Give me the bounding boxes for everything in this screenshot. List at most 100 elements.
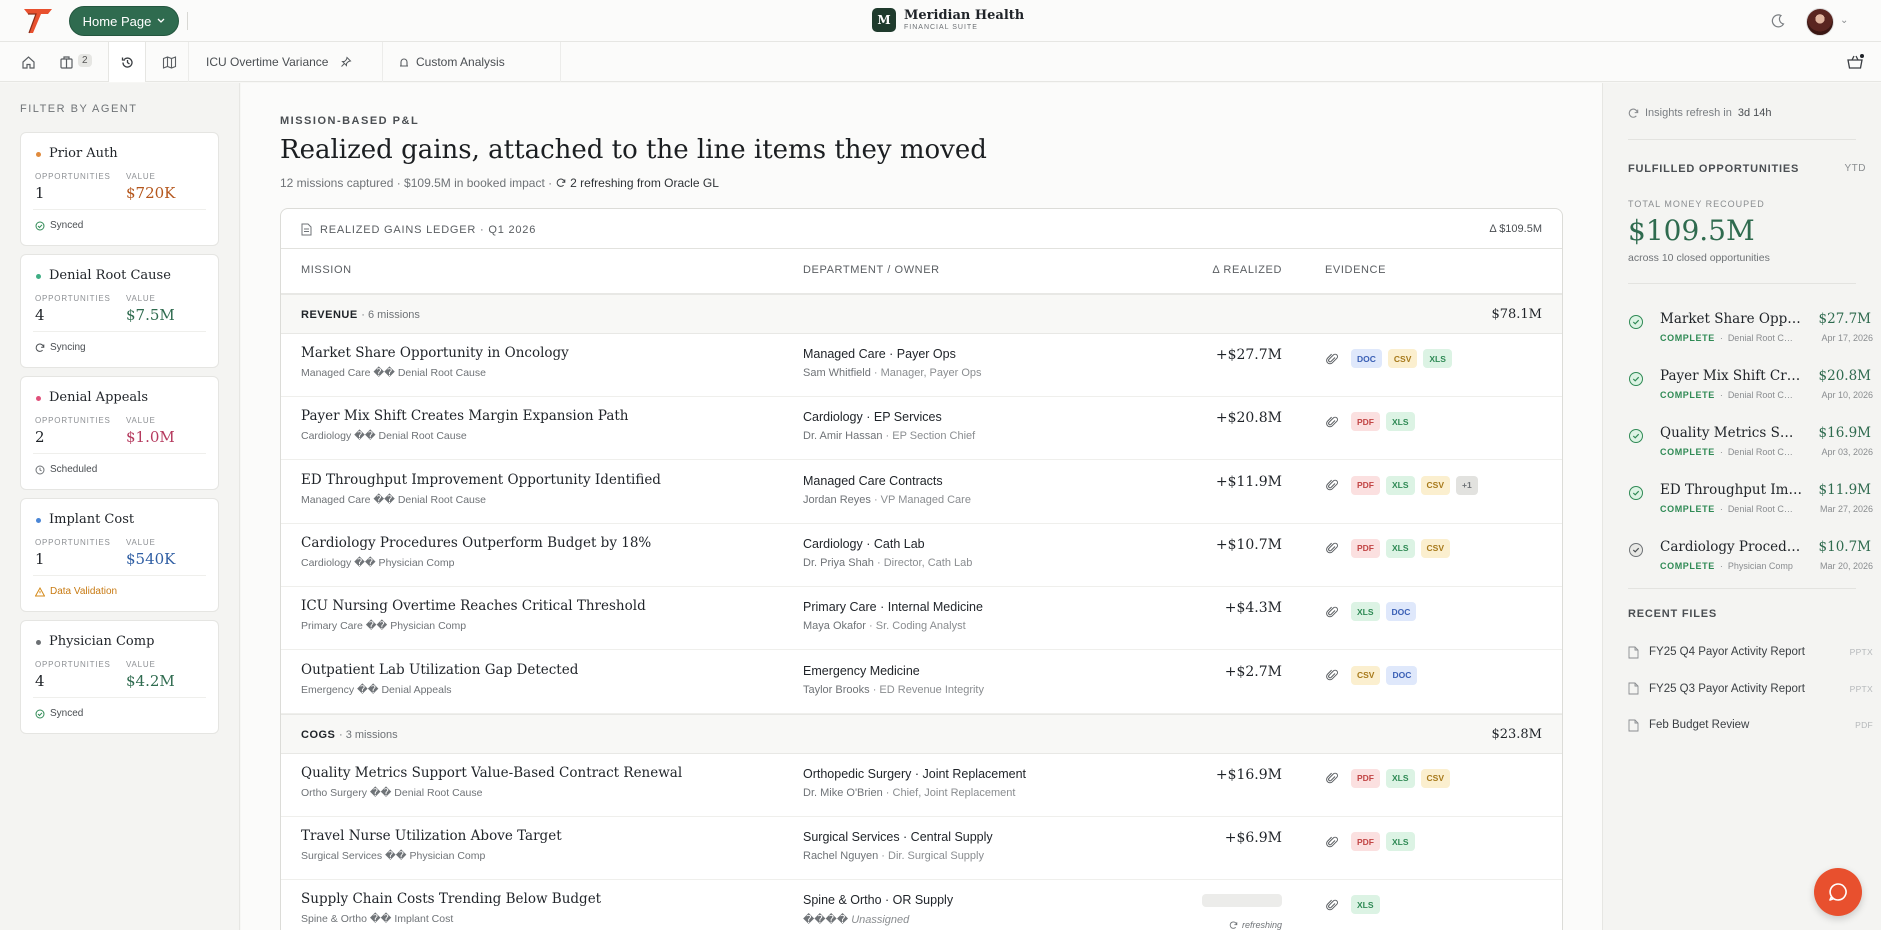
agent-card[interactable]: Implant Cost OPPORTUNITIES VALUE 1 $540K Data… xyxy=(20,498,219,612)
ledger-row[interactable]: Market Share Opportunity in Oncology Mana… xyxy=(281,334,1562,397)
column-header-realized[interactable]: Δ REALIZED xyxy=(1212,264,1282,276)
evidence-chip-doc[interactable]: DOC xyxy=(1351,349,1382,368)
evidence-chip-xls[interactable]: XLS xyxy=(1386,475,1415,495)
user-avatar[interactable] xyxy=(1806,8,1834,36)
paperclip-icon[interactable] xyxy=(1325,668,1339,682)
tab-history[interactable] xyxy=(108,42,146,82)
paperclip-icon[interactable] xyxy=(1325,415,1339,429)
evidence-chip-pdf[interactable]: PDF xyxy=(1351,475,1380,495)
tab-icu-overtime-variance[interactable]: ICU Overtime Variance xyxy=(206,55,352,69)
evidence-chip-doc[interactable]: DOC xyxy=(1386,665,1418,685)
ledger-row[interactable]: Quality Metrics Support Value-Based Cont… xyxy=(281,754,1562,817)
evidence-chip-xls[interactable]: XLS xyxy=(1351,895,1380,915)
evidence-chip-pdf[interactable]: PDF xyxy=(1351,832,1380,852)
ledger-group-row[interactable]: REVENUE · 6 missions $78.1M xyxy=(281,294,1562,334)
basket-icon[interactable] xyxy=(1846,53,1864,71)
agent-card[interactable]: Denial Appeals OPPORTUNITIES VALUE 2 $1.0M Sc… xyxy=(20,376,219,490)
recent-file-item[interactable]: FY25 Q3 Payor Activity Report PPTX xyxy=(1628,679,1873,699)
owner-name: Rachel Nguyen xyxy=(803,850,879,863)
paperclip-icon[interactable] xyxy=(1325,898,1339,912)
divider xyxy=(560,42,561,82)
evidence-chip-pdf[interactable]: PDF xyxy=(1351,412,1380,432)
column-header-mission[interactable]: MISSION xyxy=(301,264,352,276)
fulfilled-opportunity-item[interactable]: Payer Mix Shift Creates Margin Expansion… xyxy=(1628,365,1873,421)
agent-card[interactable]: Denial Root Cause OPPORTUNITIES VALUE 4 $7.5… xyxy=(20,254,219,368)
fulfilled-opportunity-item[interactable]: Cardiology Procedures Outperform Budget … xyxy=(1628,536,1873,592)
paperclip-icon[interactable] xyxy=(1325,605,1339,619)
column-header-evidence[interactable]: EVIDENCE xyxy=(1325,264,1386,276)
opportunity-meta: COMPLETE·Denial Root CauseApr 17, 2026 xyxy=(1660,333,1873,343)
evidence-chip-csv[interactable]: CSV xyxy=(1351,665,1381,685)
status-badge: COMPLETE xyxy=(1660,333,1715,343)
mission-title[interactable]: ED Throughput Improvement Opportunity Id… xyxy=(301,472,661,488)
mission-title[interactable]: Supply Chain Costs Trending Below Budget xyxy=(301,891,601,907)
agent-color-dot xyxy=(36,152,41,157)
ledger-title: REALIZED GAINS LEDGER · Q1 2026 xyxy=(301,223,536,236)
evidence-chip-csv[interactable]: CSV xyxy=(1387,349,1418,368)
agent-card[interactable]: Physician Comp OPPORTUNITIES VALUE 4 $4.2M Sy… xyxy=(20,620,219,734)
ledger-row[interactable]: Cardiology Procedures Outperform Budget … xyxy=(281,524,1562,587)
recent-file-item[interactable]: Feb Budget Review PDF xyxy=(1628,715,1873,735)
evidence-chip-csv[interactable]: CSV xyxy=(1420,538,1451,558)
ledger-row[interactable]: Supply Chain Costs Trending Below Budget… xyxy=(281,880,1562,930)
ledger-row[interactable]: Outpatient Lab Utilization Gap Detected E… xyxy=(281,651,1562,714)
evidence-chip-xls[interactable]: XLS xyxy=(1351,602,1380,622)
evidence-chip-xls[interactable]: XLS xyxy=(1386,832,1415,852)
ledger-row[interactable]: ED Throughput Improvement Opportunity Id… xyxy=(281,461,1562,524)
mission-title[interactable]: Quality Metrics Support Value-Based Cont… xyxy=(301,765,682,781)
opportunity-amount: $16.9M xyxy=(1818,425,1871,441)
ledger-row[interactable]: Payer Mix Shift Creates Margin Expansion… xyxy=(281,397,1562,461)
fulfilled-opportunity-item[interactable]: Quality Metrics Support Value-Based Cont… xyxy=(1628,422,1873,478)
owner: ���� Unassigned xyxy=(803,913,909,926)
group-label: COGS xyxy=(301,728,336,741)
group-name: COGS · 3 missions xyxy=(301,729,398,741)
refresh-icon[interactable] xyxy=(1628,108,1639,119)
app-logo-icon[interactable] xyxy=(22,7,54,35)
ledger-total: Δ $109.5M xyxy=(1489,223,1542,235)
evidence-chip-xls[interactable]: XLS xyxy=(1386,768,1415,788)
agent-name: Denial Appeals xyxy=(49,390,148,405)
portfolio-icon[interactable] xyxy=(56,52,76,72)
evidence-chip-more[interactable]: +1 xyxy=(1456,475,1478,495)
paperclip-icon[interactable] xyxy=(1325,352,1339,366)
period-label[interactable]: YTD xyxy=(1845,163,1867,174)
paperclip-icon[interactable] xyxy=(1325,771,1339,785)
mission-subtitle: Surgical Services �� Physician Comp xyxy=(301,850,486,863)
evidence-chip-pdf[interactable]: PDF xyxy=(1351,538,1380,558)
owner-name: Jordan Reyes xyxy=(803,493,871,506)
dark-mode-icon[interactable] xyxy=(1770,13,1786,29)
mission-title[interactable]: Payer Mix Shift Creates Margin Expansion… xyxy=(301,408,629,424)
mission-title[interactable]: Outpatient Lab Utilization Gap Detected xyxy=(301,662,578,678)
page-subtitle: 12 missions captured · $109.5M in booked… xyxy=(280,176,719,190)
evidence-chip-csv[interactable]: CSV xyxy=(1420,475,1451,495)
evidence-chip-xls[interactable]: XLS xyxy=(1423,349,1452,368)
agent-card[interactable]: Prior Auth OPPORTUNITIES VALUE 1 $720K Synced xyxy=(20,132,219,246)
evidence-chip-xls[interactable]: XLS xyxy=(1386,538,1415,558)
pin-icon[interactable] xyxy=(340,56,352,68)
ledger-row[interactable]: ICU Nursing Overtime Reaches Critical Th… xyxy=(281,587,1562,651)
evidence-chip-xls[interactable]: XLS xyxy=(1386,412,1415,432)
home-page-dropdown[interactable]: Home Page xyxy=(69,6,179,36)
evidence-chip-pdf[interactable]: PDF xyxy=(1351,768,1380,788)
ledger-group-row[interactable]: COGS · 3 missions $23.8M xyxy=(281,713,1562,754)
evidence-chip-doc[interactable]: DOC xyxy=(1385,602,1417,622)
chat-button[interactable] xyxy=(1814,868,1862,916)
ledger-row[interactable]: Travel Nurse Utilization Above Target Sur… xyxy=(281,817,1562,881)
mission-title[interactable]: Market Share Opportunity in Oncology xyxy=(301,345,569,361)
evidence-chip-csv[interactable]: CSV xyxy=(1420,768,1451,788)
column-header-department[interactable]: DEPARTMENT / OWNER xyxy=(803,264,940,276)
fulfilled-opportunity-item[interactable]: Market Share Opportunity in Oncology $27.… xyxy=(1628,308,1873,364)
tab-custom-analysis[interactable]: Custom Analysis xyxy=(398,55,505,69)
home-icon[interactable] xyxy=(18,52,38,72)
mission-title[interactable]: ICU Nursing Overtime Reaches Critical Th… xyxy=(301,598,646,614)
paperclip-icon[interactable] xyxy=(1325,478,1339,492)
recent-file-item[interactable]: FY25 Q4 Payor Activity Report PPTX xyxy=(1628,642,1873,662)
fulfilled-opportunity-item[interactable]: ED Throughput Improvement Opportunity Id… xyxy=(1628,479,1873,535)
paperclip-icon[interactable] xyxy=(1325,541,1339,555)
map-icon[interactable] xyxy=(159,52,179,72)
mission-title[interactable]: Travel Nurse Utilization Above Target xyxy=(301,828,562,844)
refreshing-status[interactable]: 2 refreshing from Oracle GL xyxy=(570,176,719,190)
paperclip-icon[interactable] xyxy=(1325,835,1339,849)
chevron-down-icon[interactable]: ⌄ xyxy=(1840,15,1848,26)
mission-title[interactable]: Cardiology Procedures Outperform Budget … xyxy=(301,535,651,551)
